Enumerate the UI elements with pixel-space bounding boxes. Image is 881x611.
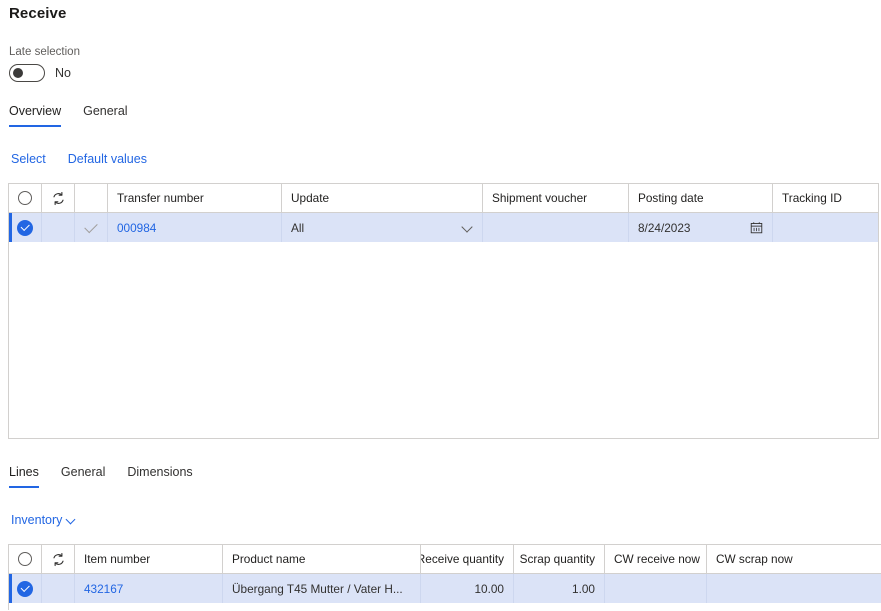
default-values-button[interactable]: Default values xyxy=(68,151,147,167)
lines-row-select-cell[interactable] xyxy=(9,574,42,603)
cell-posting-date[interactable]: 8/24/2023 xyxy=(629,213,773,242)
select-button[interactable]: Select xyxy=(11,151,46,167)
product-name-value: Übergang T45 Mutter / Vater H... xyxy=(232,582,403,596)
late-selection-field: Late selection No xyxy=(9,45,80,82)
check-circle-icon xyxy=(17,220,33,236)
cell-update[interactable]: All xyxy=(282,213,483,242)
cell-shipment-voucher[interactable] xyxy=(483,213,629,242)
refresh-icon xyxy=(51,191,66,206)
tab-general-header[interactable]: General xyxy=(83,103,127,127)
row-refresh-cell xyxy=(42,213,75,242)
select-all-header-cell[interactable] xyxy=(9,184,42,212)
lines-grid: Item number Product name Receive quantit… xyxy=(8,544,881,610)
tab-general-lines[interactable]: General xyxy=(61,464,105,488)
lines-tab-strip: Lines General Dimensions xyxy=(9,464,215,488)
column-header-cw-receive-now[interactable]: CW receive now xyxy=(605,545,707,573)
cell-receive-quantity[interactable]: 10.00 xyxy=(421,574,514,603)
lines-refresh-header-cell[interactable] xyxy=(42,545,75,573)
chevron-down-icon[interactable] xyxy=(462,222,473,233)
tab-lines[interactable]: Lines xyxy=(9,464,39,488)
column-header-update[interactable]: Update xyxy=(282,184,483,212)
row-select-cell[interactable] xyxy=(9,213,42,242)
cell-item-number[interactable]: 432167 xyxy=(75,574,223,603)
circle-icon xyxy=(18,191,32,205)
transfer-orders-grid: Transfer number Update Shipment voucher … xyxy=(8,183,879,439)
late-selection-value: No xyxy=(55,66,71,80)
cell-product-name[interactable]: Übergang T45 Mutter / Vater H... xyxy=(223,574,421,603)
row-mark-cell xyxy=(75,213,108,242)
refresh-icon xyxy=(51,552,66,567)
tab-dimensions[interactable]: Dimensions xyxy=(127,464,192,488)
checkmark-icon xyxy=(84,219,97,232)
toggle-knob xyxy=(13,68,23,78)
cell-tracking-id[interactable] xyxy=(773,213,879,242)
inventory-menu-label[interactable]: Inventory xyxy=(11,512,62,528)
column-header-cw-scrap-now[interactable]: CW scrap now xyxy=(707,545,847,573)
cell-scrap-quantity[interactable]: 1.00 xyxy=(514,574,605,603)
receive-dialog: Receive Late selection No Overview Gener… xyxy=(0,0,881,611)
grid-header-row: Transfer number Update Shipment voucher … xyxy=(9,184,878,213)
transfer-number-link[interactable]: 000984 xyxy=(117,221,156,235)
circle-icon xyxy=(18,552,32,566)
column-header-shipment-voucher[interactable]: Shipment voucher xyxy=(483,184,629,212)
cell-cw-receive-now[interactable] xyxy=(605,574,707,603)
column-header-product-name[interactable]: Product name xyxy=(223,545,421,573)
posting-date-value: 8/24/2023 xyxy=(638,221,690,235)
cell-transfer-number[interactable]: 000984 xyxy=(108,213,282,242)
command-bar: Select Default values xyxy=(11,151,169,167)
lines-grid-header-row: Item number Product name Receive quantit… xyxy=(9,545,881,574)
column-header-receive-quantity[interactable]: Receive quantity xyxy=(421,545,514,573)
column-header-posting-date[interactable]: Posting date xyxy=(629,184,773,212)
late-selection-toggle[interactable] xyxy=(9,64,45,82)
lines-select-all-header-cell[interactable] xyxy=(9,545,42,573)
calendar-icon[interactable] xyxy=(750,221,763,234)
column-header-scrap-quantity[interactable]: Scrap quantity xyxy=(514,545,605,573)
lines-row-refresh-cell xyxy=(42,574,75,603)
column-header-transfer-number[interactable]: Transfer number xyxy=(108,184,282,212)
chevron-down-icon[interactable] xyxy=(67,515,77,525)
update-value: All xyxy=(291,221,304,235)
column-header-tracking-id[interactable]: Tracking ID xyxy=(773,184,879,212)
inventory-menu[interactable]: Inventory xyxy=(11,512,77,528)
column-header-item-number[interactable]: Item number xyxy=(75,545,223,573)
check-circle-icon xyxy=(17,581,33,597)
refresh-header-cell[interactable] xyxy=(42,184,75,212)
cell-cw-scrap-now[interactable] xyxy=(707,574,847,603)
page-title: Receive xyxy=(9,5,66,22)
item-number-link[interactable]: 432167 xyxy=(84,582,123,596)
tab-overview[interactable]: Overview xyxy=(9,103,61,127)
header-tab-strip: Overview General xyxy=(9,103,150,127)
table-row[interactable]: 432167 Übergang T45 Mutter / Vater H... … xyxy=(9,574,881,603)
late-selection-label: Late selection xyxy=(9,45,80,59)
table-row[interactable]: 000984 All 8/24/2023 xyxy=(9,213,878,242)
mark-header-cell xyxy=(75,184,108,212)
